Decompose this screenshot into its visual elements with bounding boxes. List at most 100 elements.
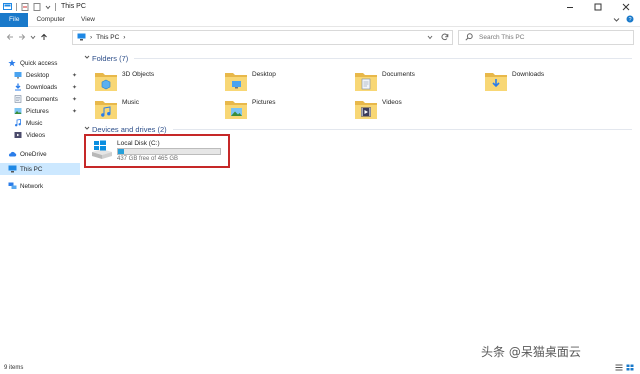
cloud-icon bbox=[8, 150, 17, 158]
pictures-folder-icon bbox=[224, 97, 248, 121]
sidebar-item-music[interactable]: Music bbox=[0, 117, 80, 129]
new-folder-icon[interactable] bbox=[33, 2, 42, 11]
sidebar-item-label: Documents bbox=[26, 95, 58, 103]
pin-icon[interactable]: ✦ bbox=[72, 108, 77, 115]
folders-group-header[interactable]: Folders (7) bbox=[84, 52, 632, 64]
navigation-buttons bbox=[0, 33, 72, 43]
quick-access-toolbar bbox=[0, 0, 57, 13]
minimize-button[interactable] bbox=[556, 0, 584, 13]
search-box[interactable]: Search This PC bbox=[458, 30, 634, 45]
folder-label: Music bbox=[122, 99, 139, 106]
folder-label: Videos bbox=[382, 99, 402, 106]
devices-group-title: Devices and drives (2) bbox=[92, 124, 167, 134]
pin-icon[interactable]: ✦ bbox=[72, 84, 77, 91]
pictures-icon bbox=[14, 107, 22, 115]
properties-icon[interactable] bbox=[21, 2, 30, 11]
collapse-chevron-icon[interactable] bbox=[84, 54, 92, 62]
folder-label: Downloads bbox=[512, 71, 545, 78]
documents-icon bbox=[14, 95, 22, 103]
tab-file[interactable]: File bbox=[0, 12, 29, 27]
help-icon[interactable]: ? bbox=[626, 15, 634, 25]
forward-arrow-icon[interactable] bbox=[18, 33, 26, 43]
documents-folder-icon bbox=[354, 69, 378, 93]
folder-music[interactable]: Music bbox=[94, 96, 219, 122]
sidebar-item-label: This PC bbox=[20, 165, 43, 173]
search-icon bbox=[465, 32, 473, 43]
folder-downloads[interactable]: Downloads bbox=[484, 68, 609, 94]
address-chevron[interactable]: › bbox=[90, 34, 92, 41]
folder-label: 3D Objects bbox=[122, 71, 155, 78]
explorer-window-icon[interactable] bbox=[3, 2, 12, 11]
status-bar: 9 items bbox=[0, 362, 640, 374]
back-arrow-icon[interactable] bbox=[6, 33, 14, 43]
folder-videos[interactable]: Videos bbox=[354, 96, 479, 122]
videos-icon bbox=[14, 131, 22, 139]
item-count: 9 items bbox=[4, 365, 24, 371]
address-location[interactable]: This PC bbox=[96, 34, 119, 41]
folder-pictures[interactable]: Pictures bbox=[224, 96, 349, 122]
expand-ribbon-icon[interactable] bbox=[613, 16, 620, 25]
computer-icon bbox=[8, 165, 17, 173]
address-bar[interactable]: › This PC › bbox=[72, 30, 453, 45]
highlight-annotation-box bbox=[84, 134, 230, 168]
music-folder-icon bbox=[94, 97, 118, 121]
window-controls bbox=[556, 0, 640, 13]
pin-icon[interactable]: ✦ bbox=[72, 96, 77, 103]
folder-label: Pictures bbox=[252, 99, 276, 106]
star-icon bbox=[8, 59, 16, 67]
sidebar-item-network[interactable]: Network bbox=[0, 180, 80, 192]
maximize-button[interactable] bbox=[584, 0, 612, 13]
address-history-icon[interactable] bbox=[427, 33, 433, 43]
sidebar-item-label: Videos bbox=[26, 131, 46, 139]
up-arrow-icon[interactable] bbox=[40, 33, 48, 43]
sidebar-item-label: Downloads bbox=[26, 83, 58, 91]
content-pane: Folders (7) 3D Objects Desktop Documents… bbox=[84, 50, 634, 360]
sidebar-item-videos[interactable]: Videos bbox=[0, 129, 80, 141]
search-placeholder: Search This PC bbox=[479, 34, 525, 41]
refresh-icon[interactable] bbox=[441, 33, 449, 43]
svg-text:?: ? bbox=[628, 17, 631, 23]
recent-locations-icon[interactable] bbox=[30, 33, 36, 43]
sidebar-item-pictures[interactable]: Pictures ✦ bbox=[0, 105, 80, 117]
sidebar-item-label: Network bbox=[20, 182, 44, 190]
folder-label: Desktop bbox=[252, 71, 276, 78]
group-divider bbox=[134, 57, 632, 59]
customize-toolbar-icon[interactable] bbox=[45, 3, 51, 11]
downloads-folder-icon bbox=[484, 69, 508, 93]
folders-group-title: Folders (7) bbox=[92, 53, 129, 63]
sidebar-item-documents[interactable]: Documents ✦ bbox=[0, 93, 80, 105]
sidebar-item-this-pc[interactable]: This PC bbox=[0, 163, 80, 175]
tab-computer[interactable]: Computer bbox=[28, 13, 73, 27]
sidebar-item-onedrive[interactable]: OneDrive bbox=[0, 148, 80, 160]
folder-label: Documents bbox=[382, 71, 415, 78]
sidebar-item-downloads[interactable]: Downloads ✦ bbox=[0, 81, 80, 93]
large-icons-view-icon[interactable] bbox=[626, 364, 634, 373]
folder-documents[interactable]: Documents bbox=[354, 68, 479, 94]
sidebar-item-desktop[interactable]: Desktop ✦ bbox=[0, 69, 80, 81]
folder-desktop[interactable]: Desktop bbox=[224, 68, 349, 94]
details-view-icon[interactable] bbox=[615, 364, 623, 373]
window-title: This PC bbox=[61, 3, 86, 10]
desktop-folder-icon bbox=[224, 69, 248, 93]
ribbon-right-controls: ? bbox=[613, 13, 634, 27]
view-toggle-buttons bbox=[615, 364, 634, 373]
network-icon bbox=[8, 182, 17, 190]
pin-icon[interactable]: ✦ bbox=[72, 72, 77, 79]
folder-3d-objects[interactable]: 3D Objects bbox=[94, 68, 219, 94]
close-button[interactable] bbox=[612, 0, 640, 13]
navigation-bar: › This PC › Search This PC bbox=[0, 29, 640, 47]
computer-icon bbox=[77, 33, 86, 43]
address-right-controls bbox=[427, 33, 449, 43]
videos-folder-icon bbox=[354, 97, 378, 121]
toolbar-separator bbox=[55, 2, 56, 11]
group-divider bbox=[172, 128, 632, 130]
collapse-chevron-icon[interactable] bbox=[84, 125, 92, 133]
sidebar-item-label: Pictures bbox=[26, 107, 49, 115]
sidebar-item-label: Music bbox=[26, 119, 43, 127]
tab-view[interactable]: View bbox=[73, 13, 103, 27]
sidebar-item-quick-access[interactable]: Quick access bbox=[0, 57, 80, 69]
title-bar: This PC bbox=[0, 0, 640, 13]
ribbon-tabs: File Computer View ? bbox=[0, 12, 640, 27]
toolbar-separator bbox=[16, 2, 17, 11]
address-chevron[interactable]: › bbox=[123, 34, 125, 41]
